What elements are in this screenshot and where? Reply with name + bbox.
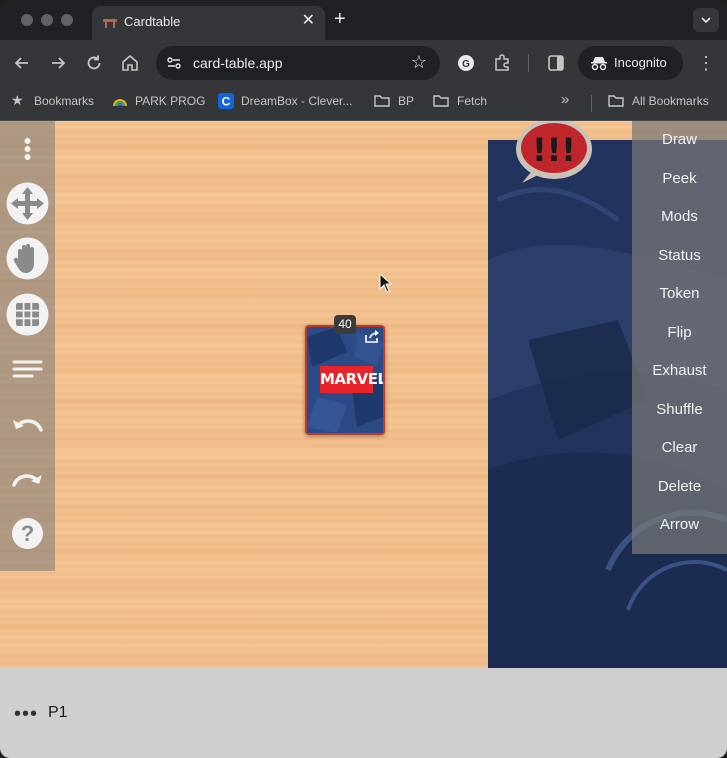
chevron-down-icon [701, 17, 711, 24]
rainbow-icon [113, 99, 127, 107]
tab-cardtable[interactable]: Cardtable ✕ [92, 6, 325, 40]
minimize-window-button[interactable] [41, 14, 53, 26]
incognito-icon [591, 57, 607, 71]
more-icon[interactable] [5, 125, 50, 170]
incognito-profile-button[interactable]: Incognito [578, 46, 683, 80]
star-icon: ★ [11, 92, 24, 108]
menu-item-status[interactable]: Status [632, 247, 727, 264]
forward-icon[interactable] [47, 52, 69, 74]
undo-icon[interactable] [5, 402, 50, 447]
tab-title: Cardtable [124, 14, 181, 29]
menu-item-token[interactable]: Token [632, 285, 727, 302]
all-bookmarks-button[interactable]: All Bookmarks [632, 94, 709, 108]
toolbar-divider [528, 54, 529, 72]
kebab-menu-icon[interactable]: ⋮ [695, 52, 717, 74]
exclamation-badge-icon: !!! [516, 121, 592, 183]
extensions-puzzle-icon[interactable] [491, 52, 513, 74]
player-label[interactable]: P1 [48, 704, 68, 722]
bookmark-item-park-prog[interactable]: PARK PROG [135, 94, 205, 108]
mouse-cursor-icon [379, 273, 393, 293]
home-icon[interactable] [119, 52, 141, 74]
menu-item-peek[interactable]: Peek [632, 170, 727, 187]
bookmark-item-dreambox[interactable]: DreamBox - Clever... [241, 94, 352, 108]
menu-item-exhaust[interactable]: Exhaust [632, 362, 727, 379]
menu-item-flip[interactable]: Flip [632, 324, 727, 341]
menu-item-arrow[interactable]: Arrow [632, 516, 727, 533]
hand-icon[interactable] [5, 236, 50, 281]
incognito-label: Incognito [614, 55, 667, 70]
card-action-menu: Draw Peek Mods Status Token Flip Exhaust… [632, 121, 727, 554]
list-icon[interactable] [5, 347, 50, 392]
player-options-icon[interactable]: ••• [14, 704, 38, 724]
url-text[interactable]: card-table.app [193, 55, 283, 71]
bookmark-item-fetch[interactable]: Fetch [457, 94, 487, 108]
grid-icon[interactable] [5, 292, 50, 337]
menu-item-clear[interactable]: Clear [632, 439, 727, 456]
new-tab-button[interactable]: + [334, 8, 346, 30]
browser-toolbar: card-table.app ☆ G Incognito ⋮ [0, 40, 727, 86]
menu-item-draw[interactable]: Draw [632, 131, 727, 148]
reload-icon[interactable] [83, 52, 105, 74]
svg-text:G: G [462, 59, 470, 70]
browser-window: Cardtable ✕ + card-table.app ☆ G Incogni… [0, 0, 727, 758]
close-tab-icon[interactable]: ✕ [302, 11, 315, 31]
tab-search-button[interactable] [693, 8, 719, 32]
title-bar: Cardtable ✕ + [0, 0, 727, 40]
marvel-logo: MARVEL [320, 366, 383, 393]
player-bar: ••• P1 [0, 668, 727, 758]
menu-item-delete[interactable]: Delete [632, 478, 727, 495]
table-icon [103, 19, 117, 28]
address-bar[interactable]: card-table.app ☆ [156, 46, 440, 80]
deck-count-badge: 40 [334, 315, 356, 334]
side-panel-icon[interactable] [545, 52, 567, 74]
svg-text:C: C [222, 95, 231, 109]
redo-icon[interactable] [5, 457, 50, 502]
menu-item-shuffle[interactable]: Shuffle [632, 401, 727, 418]
left-toolbar: ? [0, 121, 55, 571]
bookmarks-divider [591, 95, 592, 112]
site-settings-icon[interactable] [166, 55, 182, 71]
svg-text:!!!: !!! [532, 131, 576, 169]
folder-icon [433, 95, 449, 107]
menu-item-mods[interactable]: Mods [632, 208, 727, 225]
bookmark-item-bp[interactable]: BP [398, 94, 414, 108]
clever-icon: C [218, 93, 234, 109]
help-label: ? [12, 518, 43, 549]
back-icon[interactable] [11, 52, 33, 74]
bookmarks-bar: ★ Bookmarks PARK PROG C DreamBox - Cleve… [0, 86, 727, 121]
bookmark-item-bookmarks[interactable]: Bookmarks [34, 94, 94, 108]
folder-icon [608, 95, 624, 107]
share-icon[interactable] [363, 328, 381, 344]
folder-icon [374, 95, 390, 107]
move-icon[interactable] [5, 181, 50, 226]
close-window-button[interactable] [21, 14, 33, 26]
game-table[interactable]: !!! Draw Peek Mods Status Token Flip Exh… [0, 121, 727, 668]
maximize-window-button[interactable] [61, 14, 73, 26]
bookmarks-overflow-icon[interactable]: » [561, 91, 569, 108]
bookmark-star-icon[interactable]: ☆ [411, 52, 427, 73]
extension-g-icon[interactable]: G [455, 52, 477, 74]
help-icon[interactable]: ? [5, 511, 50, 556]
